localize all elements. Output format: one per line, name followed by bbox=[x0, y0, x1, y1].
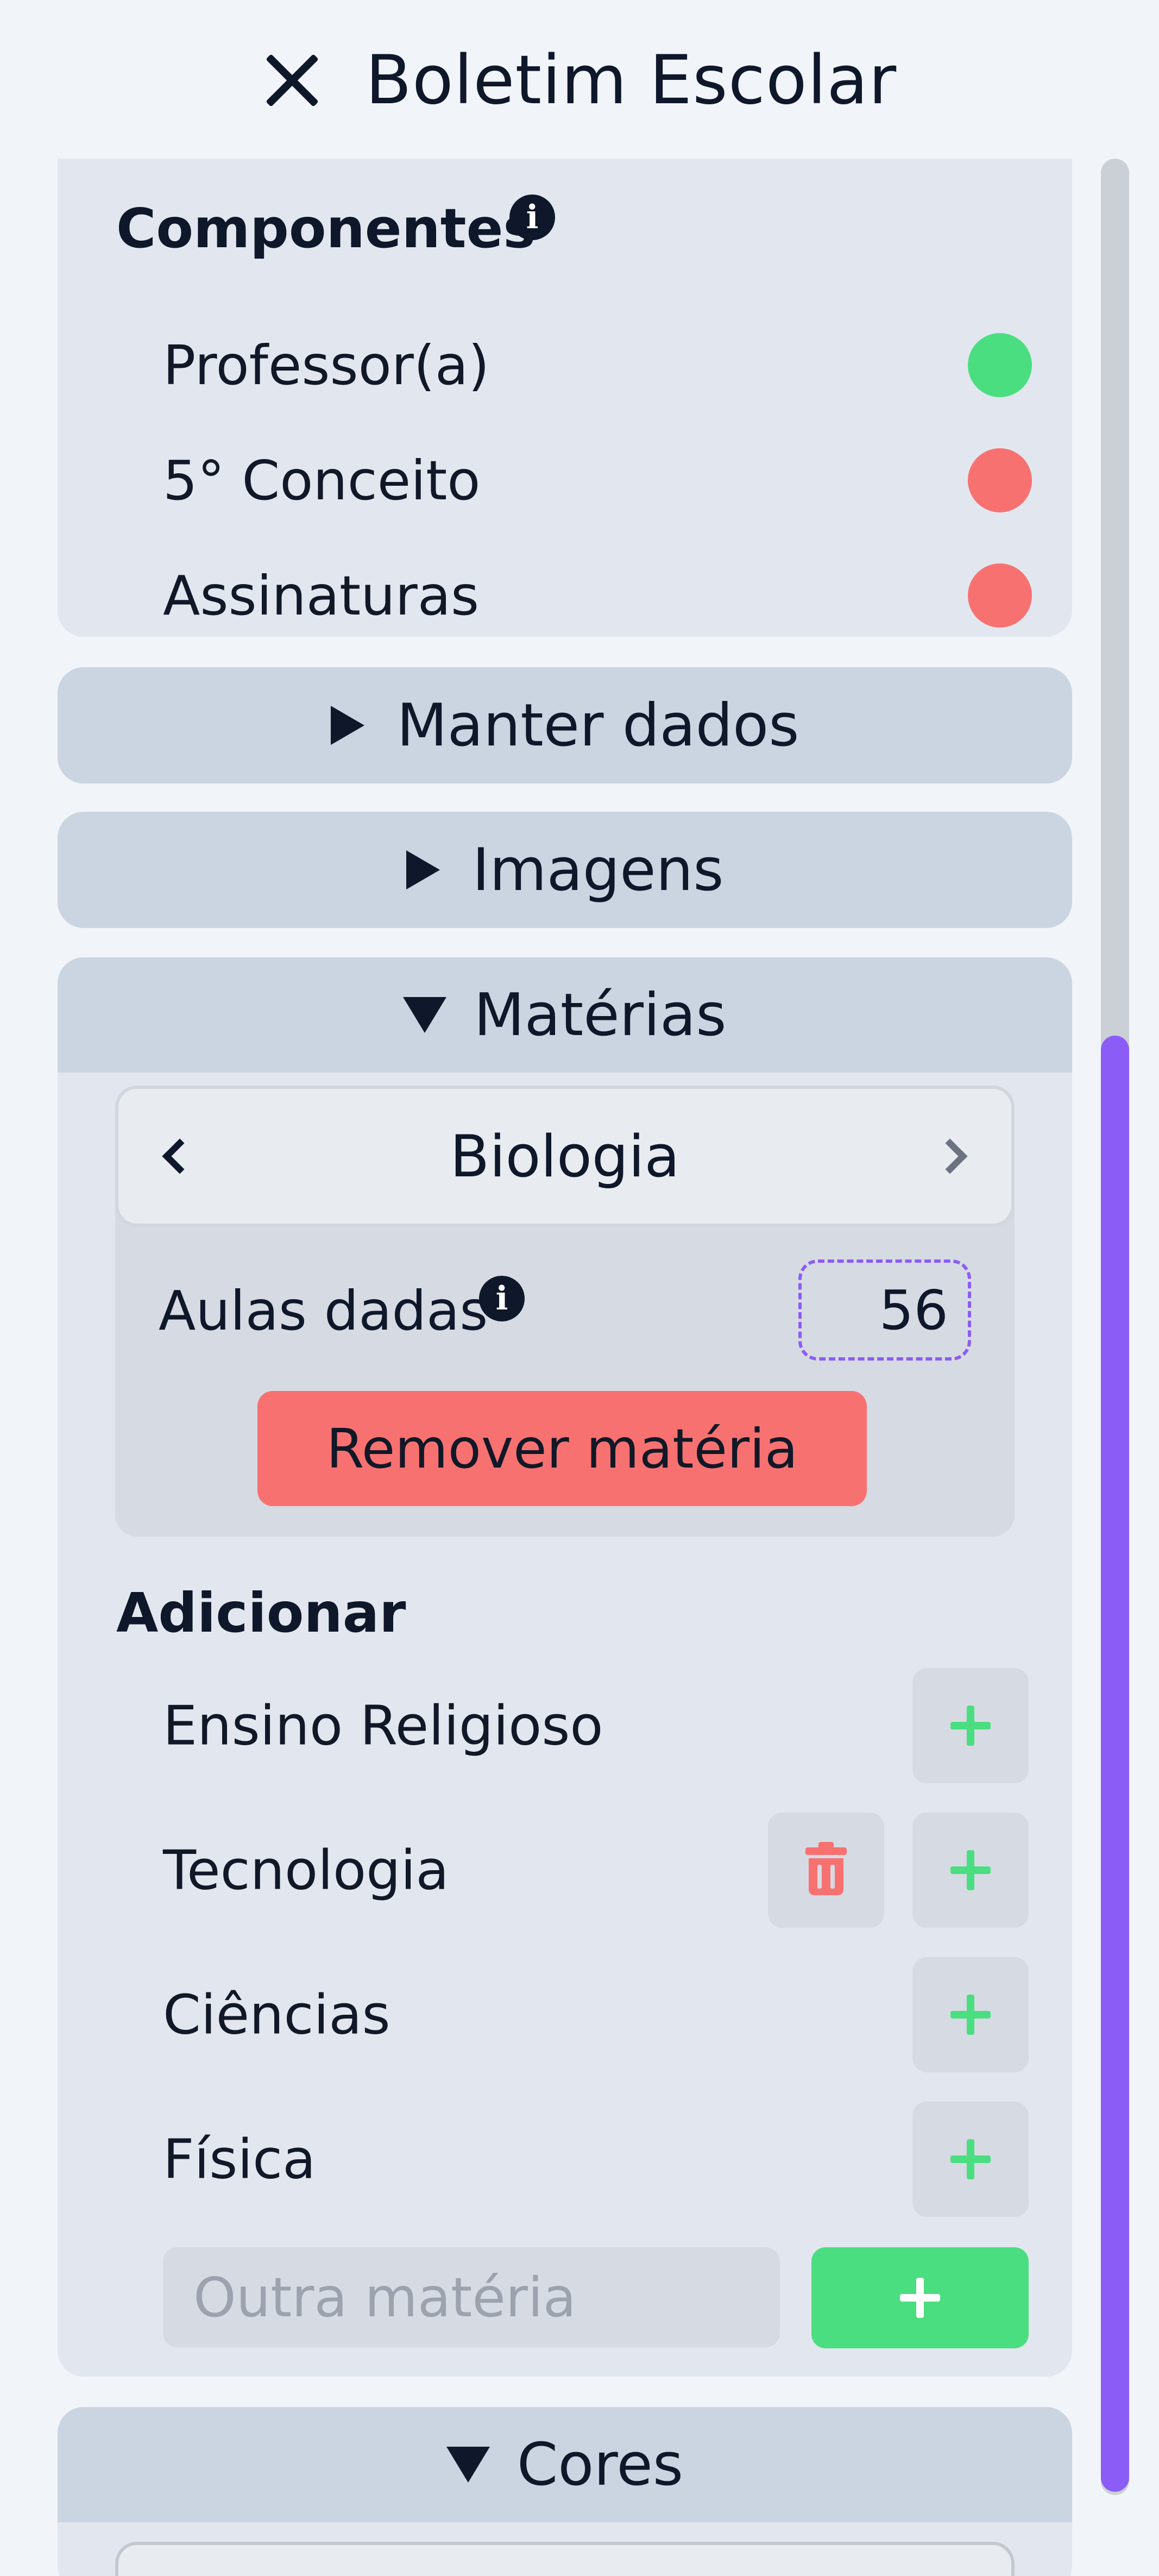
triangle-right-icon bbox=[406, 850, 440, 889]
chevron-left-icon[interactable] bbox=[162, 1138, 198, 1174]
color-navigator bbox=[115, 2542, 1015, 2576]
info-icon[interactable]: i bbox=[479, 1276, 525, 1321]
subject-label: Ciências bbox=[163, 1983, 390, 2047]
subject-label: Tecnologia bbox=[163, 1838, 449, 1902]
component-row-conceito[interactable]: 5° Conceito bbox=[163, 448, 1032, 513]
add-subject-button[interactable] bbox=[912, 2102, 1029, 2217]
cores-panel: Cores bbox=[58, 2407, 1072, 2576]
component-label: Assinaturas bbox=[163, 563, 480, 628]
components-panel: Componentes i Professor(a) 5° Conceito A… bbox=[58, 159, 1072, 637]
plus-icon bbox=[950, 1995, 991, 2035]
add-subject-row: Tecnologia bbox=[163, 1813, 1029, 1928]
component-row-professor[interactable]: Professor(a) bbox=[163, 333, 1032, 398]
subject-editor: Biologia Aulas dadas i Remover matéria bbox=[115, 1086, 1015, 1537]
page-title: Boletim Escolar bbox=[365, 41, 897, 120]
components-heading: Componentes bbox=[116, 197, 536, 260]
add-subject-button[interactable] bbox=[912, 1668, 1029, 1783]
aulas-dadas-input[interactable] bbox=[798, 1259, 971, 1361]
info-icon[interactable]: i bbox=[509, 195, 555, 240]
section-label: Matérias bbox=[474, 981, 727, 1049]
status-dot-on[interactable] bbox=[968, 333, 1032, 397]
section-label: Imagens bbox=[472, 836, 724, 904]
trash-icon bbox=[805, 1842, 847, 1895]
materias-panel: Matérias Biologia Aulas dadas i Remover … bbox=[58, 957, 1072, 2377]
section-label: Manter dados bbox=[396, 691, 799, 760]
plus-icon bbox=[950, 1706, 991, 1746]
subject-label: Ensino Religioso bbox=[163, 1694, 603, 1758]
section-materias-header[interactable]: Matérias bbox=[58, 957, 1072, 1073]
add-subject-row: Ciências bbox=[163, 1957, 1029, 2072]
triangle-down-icon bbox=[403, 997, 447, 1033]
aulas-dadas-row: Aulas dadas i bbox=[159, 1259, 971, 1363]
scrollbar-track[interactable] bbox=[1101, 159, 1129, 2495]
subject-navigator: Biologia bbox=[115, 1086, 1015, 1227]
scrollbar-thumb[interactable] bbox=[1101, 1036, 1129, 2492]
add-subject-button[interactable] bbox=[912, 1957, 1029, 2072]
triangle-right-icon bbox=[330, 706, 364, 745]
add-heading: Adicionar bbox=[116, 1581, 406, 1645]
component-row-assinaturas[interactable]: Assinaturas bbox=[163, 563, 1032, 628]
current-subject: Biologia bbox=[450, 1123, 680, 1190]
close-icon[interactable] bbox=[262, 51, 322, 110]
section-label: Cores bbox=[516, 2430, 684, 2499]
other-subject-input[interactable] bbox=[163, 2247, 780, 2347]
status-dot-off[interactable] bbox=[968, 448, 1032, 512]
component-label: 5° Conceito bbox=[163, 448, 481, 512]
component-label: Professor(a) bbox=[163, 333, 490, 397]
add-subject-button[interactable] bbox=[912, 1813, 1029, 1928]
section-cores-header[interactable]: Cores bbox=[58, 2407, 1072, 2522]
remove-subject-button[interactable]: Remover matéria bbox=[257, 1391, 867, 1506]
plus-icon bbox=[950, 2139, 991, 2179]
status-dot-off[interactable] bbox=[968, 563, 1032, 628]
aulas-dadas-label: Aulas dadas bbox=[159, 1279, 488, 1343]
subject-label: Física bbox=[163, 2127, 316, 2191]
delete-subject-button[interactable] bbox=[768, 1813, 884, 1928]
add-other-subject-button[interactable] bbox=[811, 2247, 1029, 2348]
plus-icon bbox=[900, 2278, 940, 2318]
section-manter-dados[interactable]: Manter dados bbox=[58, 667, 1072, 784]
app-header: Boletim Escolar bbox=[0, 0, 1159, 160]
add-subject-row: Ensino Religioso bbox=[163, 1668, 1029, 1783]
chevron-right-icon[interactable] bbox=[932, 1138, 968, 1174]
add-subject-row: Física bbox=[163, 2102, 1029, 2217]
section-imagens[interactable]: Imagens bbox=[58, 812, 1072, 928]
plus-icon bbox=[950, 1850, 991, 1890]
triangle-down-icon bbox=[446, 2447, 490, 2483]
